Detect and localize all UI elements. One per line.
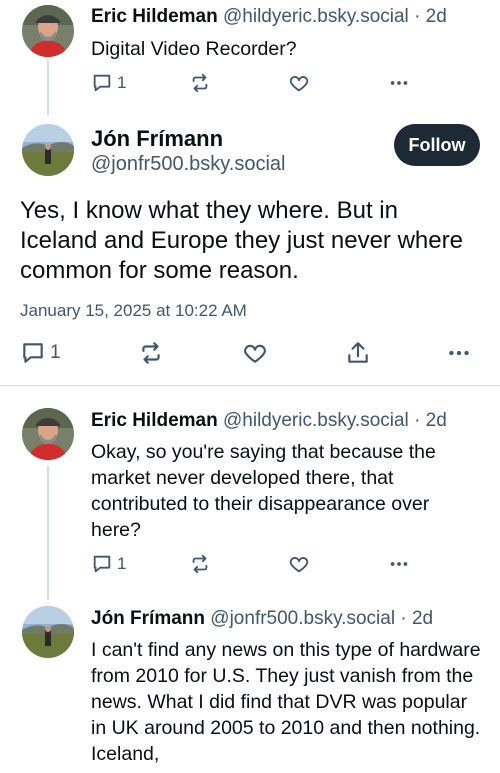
more-button[interactable] xyxy=(446,340,472,366)
share-button[interactable] xyxy=(345,340,371,366)
post-age[interactable]: 2d xyxy=(426,410,447,431)
post-actions: 1 xyxy=(20,340,480,366)
author-handle[interactable]: @jonfr500.bsky.social xyxy=(91,153,285,176)
more-button[interactable] xyxy=(387,553,411,575)
post-age[interactable]: 2d xyxy=(412,608,433,629)
like-button[interactable] xyxy=(242,340,268,366)
repost-button[interactable] xyxy=(189,553,211,575)
follow-button[interactable]: Follow xyxy=(394,124,480,166)
avatar-jon[interactable] xyxy=(22,606,74,658)
author-name[interactable]: Jón Frímann xyxy=(91,608,205,629)
avatar-jon-image xyxy=(22,124,74,176)
separator-dot: · xyxy=(414,410,421,431)
post-text: Yes, I know what they where. But in Icel… xyxy=(20,197,463,284)
avatar-eric[interactable] xyxy=(22,408,74,460)
reply-count: 1 xyxy=(117,554,127,573)
separator-dot: · xyxy=(400,608,407,629)
author-handle[interactable]: @hildyeric.bsky.social xyxy=(223,410,409,431)
repost-button[interactable] xyxy=(138,340,164,366)
avatar-jon-image xyxy=(22,606,74,658)
author-name[interactable]: Eric Hildeman xyxy=(91,410,218,431)
thread-line xyxy=(47,466,49,600)
like-icon xyxy=(289,557,309,573)
like-button[interactable] xyxy=(288,553,310,575)
author-name[interactable]: Jón Frímann xyxy=(91,126,223,152)
post-text: Okay, so you're saying that because the … xyxy=(91,441,436,541)
post-actions: 1 xyxy=(91,552,421,578)
post-text: I can't find any news on this type of ha… xyxy=(91,639,481,765)
avatar-jon[interactable] xyxy=(22,124,74,176)
more-icon xyxy=(390,562,408,566)
main-post: Jón Frímann @jonfr500.bsky.social Follow… xyxy=(0,0,500,386)
avatar-eric-image xyxy=(22,408,74,460)
reply-post[interactable]: Eric Hildeman @hildyeric.bsky.social · 2… xyxy=(0,400,500,600)
post-header: Jón Frímann @jonfr500.bsky.social · 2d xyxy=(91,608,433,630)
post-timestamp: January 15, 2025 at 10:22 AM xyxy=(20,301,247,320)
reply-icon xyxy=(23,343,43,363)
reply-button[interactable]: 1 xyxy=(91,553,126,575)
reply-count: 1 xyxy=(50,342,61,363)
author-handle[interactable]: @jonfr500.bsky.social xyxy=(210,608,395,629)
repost-icon xyxy=(142,342,160,364)
repost-icon xyxy=(192,554,208,574)
post-header: Eric Hildeman @hildyeric.bsky.social · 2… xyxy=(91,410,447,432)
reply-post[interactable]: Jón Frímann @jonfr500.bsky.social · 2d I… xyxy=(0,600,500,773)
share-icon xyxy=(348,342,368,363)
divider xyxy=(0,385,500,386)
reply-icon xyxy=(93,555,111,573)
like-icon xyxy=(244,344,266,363)
reply-button[interactable]: 1 xyxy=(20,340,61,366)
more-icon xyxy=(449,350,469,356)
